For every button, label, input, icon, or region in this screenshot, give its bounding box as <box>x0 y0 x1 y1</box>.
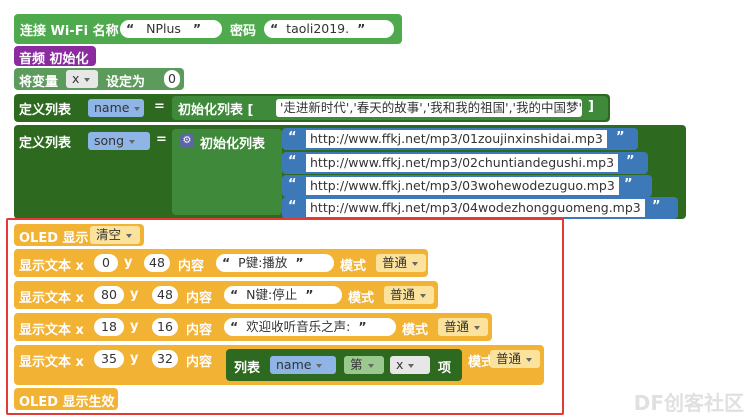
index-variable-dropdown[interactable]: x <box>390 356 430 374</box>
init-list-label: 初始化列表 [ <box>178 103 254 118</box>
list1-eq: = <box>154 99 165 114</box>
password-value: taoli2019. <box>286 21 350 36</box>
init-list-song-inner-block[interactable]: ⚙ 初始化列表 <box>172 129 282 215</box>
url-input-4[interactable]: http://www.ffkj.net/mp3/04wodezhongguome… <box>306 199 645 217</box>
mode-dropdown[interactable]: 普通 <box>490 350 540 368</box>
nth-dropdown[interactable]: 第 <box>344 356 384 374</box>
x-input[interactable]: 0 <box>94 254 118 272</box>
variable-dropdown[interactable]: x <box>66 70 98 88</box>
mode-dropdown[interactable]: 普通 <box>384 286 434 304</box>
text-x-label: 显示文本 x <box>19 323 84 338</box>
text-x-label: 显示文本 x <box>19 291 84 306</box>
init-list-song-label: 初始化列表 <box>200 137 266 152</box>
content-input[interactable]: “ P键:播放 ” <box>216 254 334 272</box>
mode-label: 模式 <box>402 323 429 338</box>
oled-text-block-3[interactable]: 显示文本 x 18 y 16 内容 “ 欢迎收听音乐之声: ” 模式 普通 <box>14 313 492 341</box>
content-label: 内容 <box>178 259 205 274</box>
chevron-down-icon <box>474 325 481 330</box>
oled-show-label: OLED 显示 <box>19 231 89 246</box>
content-label: 内容 <box>186 291 213 306</box>
list-name-dropdown[interactable]: name <box>270 356 336 374</box>
url-input-3[interactable]: http://www.ffkj.net/mp3/03wohewodezuguo.… <box>306 177 619 195</box>
list1-label: 定义列表 <box>19 103 72 118</box>
y-input[interactable]: 32 <box>152 350 178 368</box>
y-label: y <box>130 351 139 366</box>
setvar-label: 将变量 <box>19 75 59 90</box>
url-item-4[interactable]: “ http://www.ffkj.net/mp3/04wodezhongguo… <box>282 197 678 219</box>
setto-label: 设定为 <box>106 75 146 90</box>
wifi-label: 连接 Wi-Fi 名称 <box>20 24 119 39</box>
url-input-1[interactable]: http://www.ffkj.net/mp3/01zoujinxinshida… <box>306 130 607 148</box>
audio-init-block[interactable]: 音频 初始化 <box>14 46 96 67</box>
content-label: 内容 <box>186 323 213 338</box>
audio-label: 音频 初始化 <box>19 52 89 67</box>
init-list-close: ] <box>588 99 594 114</box>
list-items-input[interactable]: '走进新时代','春天的故事','我和我的祖国','我的中国梦' <box>276 99 582 117</box>
mode-dropdown[interactable]: 普通 <box>438 318 488 336</box>
oled-effect-label: OLED 显示生效 <box>19 395 115 410</box>
x-input[interactable]: 80 <box>94 286 124 304</box>
chevron-down-icon <box>129 139 136 144</box>
list-get-label: 列表 <box>234 361 261 376</box>
item-label: 项 <box>438 361 452 376</box>
song-list-field[interactable]: song <box>88 132 150 150</box>
oled-effect-block[interactable]: OLED 显示生效 <box>14 388 118 410</box>
password-label: 密码 <box>230 24 257 39</box>
url-item-2[interactable]: “ http://www.ffkj.net/mp3/02chuntiandegu… <box>282 152 648 174</box>
gear-icon[interactable]: ⚙ <box>180 134 194 148</box>
y-label: y <box>124 255 133 270</box>
chevron-down-icon <box>316 363 323 368</box>
set-variable-block[interactable]: 将变量 x 设定为 0 <box>14 68 184 90</box>
content-input[interactable]: “ 欢迎收听音乐之声: ” <box>224 318 396 336</box>
url-item-3[interactable]: “ http://www.ffkj.net/mp3/03wohewodezugu… <box>282 175 652 197</box>
variable-value-input[interactable]: 0 <box>164 70 180 88</box>
y-input[interactable]: 48 <box>144 254 170 272</box>
chevron-down-icon <box>412 261 419 266</box>
chevron-down-icon <box>84 77 91 82</box>
content-input[interactable]: “ N键:停止 ” <box>224 286 342 304</box>
chevron-down-icon <box>126 233 133 238</box>
mode-dropdown[interactable]: 普通 <box>376 254 426 272</box>
wifi-connect-block[interactable]: 连接 Wi-Fi 名称 “ NPlus ” 密码 “ taoli2019. ” <box>14 14 402 44</box>
chevron-down-icon <box>526 357 533 362</box>
password-input[interactable]: “ taoli2019. ” <box>264 20 394 38</box>
y-label: y <box>130 319 139 334</box>
ssid-input[interactable]: “ NPlus ” <box>120 20 222 38</box>
url-item-1[interactable]: “ http://www.ffkj.net/mp3/01zoujinxinshi… <box>282 128 638 150</box>
mode-label: 模式 <box>348 291 375 306</box>
chevron-down-icon <box>134 106 141 111</box>
list-get-item-block[interactable]: 列表 name 第 x 项 <box>226 349 462 381</box>
chevron-down-icon <box>420 293 427 298</box>
mode-label: 模式 <box>340 259 367 274</box>
y-label: y <box>130 287 139 302</box>
list-name-field[interactable]: name <box>88 99 144 117</box>
list2-label: 定义列表 <box>19 136 72 151</box>
content-label: 内容 <box>186 355 213 370</box>
watermark-logo: DF创客社区 <box>633 391 744 415</box>
text-x-label: 显示文本 x <box>19 355 84 370</box>
list2-eq: = <box>156 132 167 147</box>
chevron-down-icon <box>367 363 374 368</box>
init-list-inner-block[interactable]: 初始化列表 [ '走进新时代','春天的故事','我和我的祖国','我的中国梦'… <box>172 96 608 120</box>
oled-text-block-4[interactable]: 显示文本 x 35 y 32 内容 列表 name 第 x 项 模式 普通 <box>14 345 544 385</box>
chevron-down-icon <box>408 363 415 368</box>
x-input[interactable]: 18 <box>94 318 124 336</box>
define-list-name-block[interactable]: 定义列表 name = 初始化列表 [ '走进新时代','春天的故事','我和我… <box>14 94 610 122</box>
oled-text-block-2[interactable]: 显示文本 x 80 y 48 内容 “ N键:停止 ” 模式 普通 <box>14 281 438 309</box>
x-input[interactable]: 35 <box>94 350 124 368</box>
ssid-value: NPlus <box>146 21 181 36</box>
y-input[interactable]: 16 <box>152 318 178 336</box>
y-input[interactable]: 48 <box>152 286 178 304</box>
oled-clear-dropdown[interactable]: 清空 <box>90 226 140 244</box>
url-input-2[interactable]: http://www.ffkj.net/mp3/02chuntiandegush… <box>306 154 619 172</box>
oled-text-block-1[interactable]: 显示文本 x 0 y 48 内容 “ P键:播放 ” 模式 普通 <box>14 249 428 277</box>
oled-show-block[interactable]: OLED 显示 清空 <box>14 224 144 246</box>
text-x-label: 显示文本 x <box>19 259 84 274</box>
